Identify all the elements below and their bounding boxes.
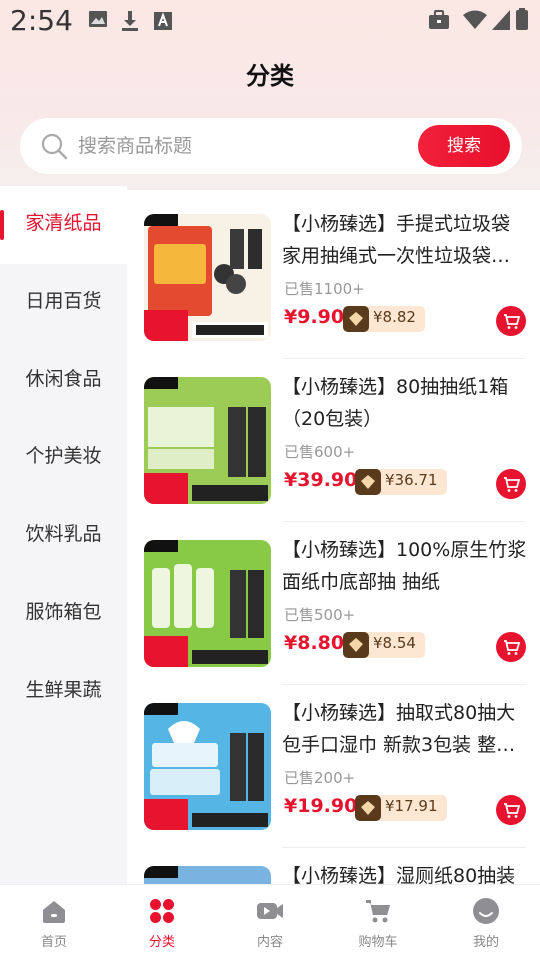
product-image[interactable] [144,540,271,667]
product-title: 【小杨臻选】抽取式80抽大包手口湿巾 新款3包装 整… [282,702,516,756]
search-input[interactable] [78,130,408,162]
product-image[interactable] [144,866,271,884]
page-title: 分类 [246,62,294,90]
diamond-icon [355,795,381,821]
download-icon [122,11,138,31]
cart-icon [504,803,521,818]
profile-icon [473,898,499,924]
sidebar-item-fresh-produce[interactable]: 生鲜果蔬 [0,660,127,720]
diamond-icon [355,469,381,495]
product-image[interactable] [144,377,271,504]
cart-icon [504,477,521,492]
product-sold-count: 已售500+ [284,606,356,624]
product-sold-count: 已售200+ [284,769,356,787]
divider [282,684,526,685]
nav-label: 购物车 [358,935,398,950]
product-title: 【小杨臻选】手提式垃圾袋家用抽绳式一次性垃圾袋… [282,213,511,267]
nav-label: 内容 [256,935,283,950]
divider [282,521,526,522]
add-to-cart-button[interactable] [496,632,526,662]
product-sold-count: 已售600+ [284,443,356,461]
product-price: ¥39.90 [284,469,358,491]
add-to-cart-button[interactable] [496,795,526,825]
nav-content[interactable]: 内容 [216,885,324,960]
cart-icon [504,640,521,655]
member-price: ¥36.71 [385,471,438,489]
search-button[interactable]: 搜索 [418,125,510,167]
product-item[interactable]: 【小杨臻选】80抽抽纸1箱（20包装） 已售600+ ¥39.90 ¥36.71 [144,371,526,521]
product-item[interactable]: 【小杨臻选】抽取式80抽大包手口湿巾 新款3包装 整… 已售200+ ¥19.9… [144,697,526,847]
sidebar-item-snacks[interactable]: 休闲食品 [0,349,127,409]
briefcase-icon [429,10,449,29]
image-icon [89,11,107,27]
sidebar-item-apparel-bags[interactable]: 服饰箱包 [0,582,127,642]
a-icon [154,12,172,30]
wifi-icon [463,10,487,29]
product-price: ¥8.80 [284,632,345,654]
status-bar: 2:54 [0,0,540,44]
member-price-badge: ¥8.54 [343,632,425,658]
divider [282,358,526,359]
divider [282,847,526,848]
nav-label: 首页 [40,935,67,950]
search-bar[interactable]: 搜索 [20,118,522,174]
product-image[interactable] [144,214,271,341]
video-icon [257,903,283,919]
product-title: 【小杨臻选】80抽抽纸1箱（20包装） [282,376,509,430]
member-price: ¥8.82 [373,308,416,326]
battery-icon [516,8,528,30]
signal-icon [492,10,510,30]
search-icon [41,133,68,160]
product-price: ¥19.90 [284,795,358,817]
category-icon [150,899,174,923]
product-title: 【小杨臻选】湿厕纸80抽装 [282,865,516,884]
product-item[interactable]: 【小杨臻选】湿厕纸80抽装 [144,860,526,884]
nav-category[interactable]: 分类 [108,885,216,960]
member-price: ¥8.54 [373,634,416,652]
nav-label: 分类 [148,935,175,950]
sidebar-item-personal-care[interactable]: 个护美妆 [0,426,127,486]
bottom-navigation: 首页 分类 内容 购物车 我的 [0,884,540,960]
cart-icon [366,900,390,923]
add-to-cart-button[interactable] [496,306,526,336]
sidebar-item-household-paper[interactable]: 家清纸品 [0,193,127,253]
diamond-icon [343,632,369,658]
member-price-badge: ¥17.91 [355,795,447,821]
sidebar-item-daily-goods[interactable]: 日用百货 [0,271,127,331]
product-sold-count: 已售1100+ [284,280,365,298]
product-title: 【小杨臻选】100%原生竹浆面纸巾底部抽 抽纸 [282,539,527,593]
member-price: ¥17.91 [385,797,438,815]
add-to-cart-button[interactable] [496,469,526,499]
home-icon [43,901,65,923]
member-price-badge: ¥36.71 [355,469,447,495]
product-item[interactable]: 【小杨臻选】100%原生竹浆面纸巾底部抽 抽纸 已售500+ ¥8.80 ¥8.… [144,534,526,684]
nav-cart[interactable]: 购物车 [324,885,432,960]
diamond-icon [343,306,369,332]
member-price-badge: ¥8.82 [343,306,425,332]
sidebar-item-drinks-dairy[interactable]: 饮料乳品 [0,504,127,564]
product-price: ¥9.90 [284,306,345,328]
nav-profile[interactable]: 我的 [432,885,540,960]
cart-icon [504,314,521,329]
nav-label: 我的 [472,935,499,950]
status-time: 2:54 [10,4,73,37]
nav-home[interactable]: 首页 [0,885,108,960]
product-image[interactable] [144,703,271,830]
product-item[interactable]: 【小杨臻选】手提式垃圾袋家用抽绳式一次性垃圾袋… 已售1100+ ¥9.90 ¥… [144,208,526,358]
